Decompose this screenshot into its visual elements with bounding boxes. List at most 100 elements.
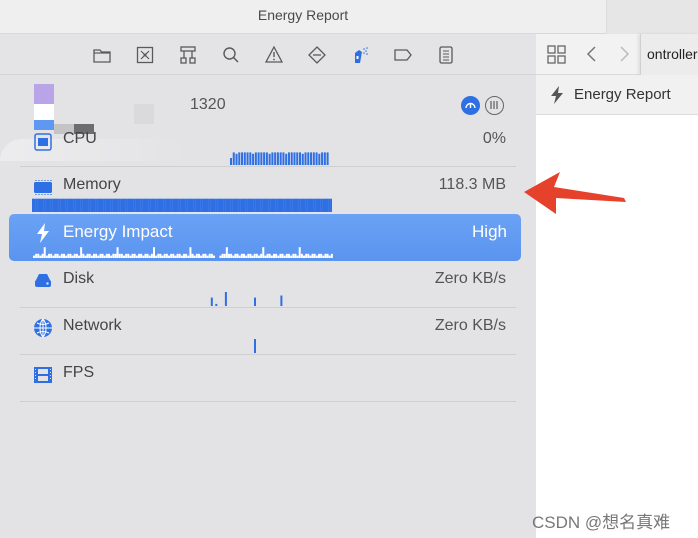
process-row[interactable]: 1320 <box>20 75 516 134</box>
jump-bar-label[interactable]: Energy Report <box>574 86 671 103</box>
spark-bar <box>302 198 304 212</box>
spark-bar <box>234 253 237 258</box>
spark-bar <box>247 198 250 212</box>
spark-bar <box>274 152 277 165</box>
spark-bar <box>144 198 147 212</box>
spark-bar <box>260 198 263 212</box>
breakpoint-tag-icon[interactable] <box>381 42 424 68</box>
gauge-energy-impact[interactable]: Energy Impact High <box>9 214 521 261</box>
spark-bar <box>73 253 76 258</box>
spark-bar <box>249 253 252 258</box>
spark-bar <box>215 303 218 306</box>
film-icon <box>34 367 52 383</box>
source-control-icon[interactable] <box>123 42 166 68</box>
spark-bar <box>165 198 168 212</box>
spark-bar <box>330 198 332 212</box>
spark-bar <box>45 198 48 212</box>
spark-bar <box>125 198 128 212</box>
spark-bar <box>172 253 175 258</box>
chevron-right-icon[interactable] <box>616 43 632 65</box>
spark-bar <box>307 253 310 258</box>
report-list-icon[interactable] <box>424 42 467 68</box>
spark-bar <box>275 253 278 258</box>
spark-bar <box>63 253 65 258</box>
gauge-disk[interactable]: Disk Zero KB/s <box>20 261 516 308</box>
spark-bar <box>101 198 104 212</box>
gauge-value: 118.3 MB <box>438 176 506 193</box>
spark-bar <box>296 198 299 212</box>
gauge-fps[interactable]: FPS <box>20 355 516 402</box>
spark-bar <box>330 253 333 258</box>
spark-bar <box>258 198 261 212</box>
spark-bar <box>52 198 55 212</box>
spark-bar <box>321 152 324 165</box>
spark-bar <box>257 152 260 165</box>
spark-bar <box>292 253 295 258</box>
spark-bar <box>270 255 273 258</box>
warning-icon[interactable] <box>252 42 295 68</box>
spark-bar <box>240 198 243 212</box>
gauge-label: FPS <box>63 364 95 381</box>
grid-icon[interactable] <box>546 44 568 66</box>
spark-bar <box>50 253 53 258</box>
spark-bar <box>118 198 121 212</box>
spark-bar <box>80 247 83 258</box>
spark-bar <box>294 253 297 258</box>
gauge-network[interactable]: Network Zero KB/s <box>20 308 516 355</box>
spark-bar <box>328 198 331 212</box>
spark-bar <box>95 198 98 212</box>
spark-bar <box>309 255 312 258</box>
spark-bar <box>324 253 327 258</box>
spark-bar <box>263 152 266 165</box>
gauge-label: Energy Impact <box>63 222 173 241</box>
spark-bar <box>282 152 285 165</box>
gauge-cpu[interactable]: CPU 0% <box>20 120 516 167</box>
spark-bar <box>71 198 74 212</box>
spark-bar <box>50 198 53 212</box>
search-icon[interactable] <box>209 42 252 68</box>
chevron-left-icon[interactable] <box>584 43 600 65</box>
spark-bar <box>251 198 254 212</box>
gauge-memory[interactable]: Memory 118.3 MB <box>20 167 516 214</box>
spark-bar <box>266 253 269 258</box>
spark-bar <box>127 198 130 212</box>
spark-bar <box>159 253 162 258</box>
titlebar-right-area <box>606 0 698 34</box>
editor-tab[interactable]: ontroller <box>640 34 698 75</box>
spark-bar <box>313 253 316 258</box>
spark-bar <box>228 198 231 212</box>
spark-bar <box>48 253 50 258</box>
spark-bar <box>258 255 260 258</box>
spark-bar <box>280 295 283 306</box>
spark-bar <box>219 198 222 212</box>
spark-bar <box>298 198 301 212</box>
spark-bar <box>123 255 125 258</box>
spark-bar <box>48 198 51 212</box>
gauge-icon[interactable] <box>461 96 480 115</box>
debug-spray-icon[interactable] <box>338 42 381 68</box>
spark-bar <box>37 198 40 212</box>
spark-bar <box>311 253 314 258</box>
test-diamond-icon[interactable] <box>295 42 338 68</box>
spark-bar <box>227 198 229 212</box>
spark-bar <box>35 253 38 258</box>
spark-bar <box>257 198 259 212</box>
spark-bar <box>62 198 64 212</box>
spark-bar <box>183 198 186 212</box>
spark-bar <box>33 255 35 258</box>
spark-bar <box>283 255 286 258</box>
spark-bar <box>223 198 226 212</box>
pause-threads-icon[interactable] <box>485 96 504 115</box>
spark-bar <box>150 198 153 212</box>
spark-bar <box>75 253 78 258</box>
spark-bar <box>272 198 274 212</box>
hierarchy-icon[interactable] <box>166 42 209 68</box>
folder-icon[interactable] <box>80 42 123 68</box>
disk-icon <box>35 274 51 287</box>
spark-bar <box>290 152 293 165</box>
cpu-icon <box>34 133 52 151</box>
spark-bar <box>189 198 192 212</box>
spark-bar <box>292 198 295 212</box>
spark-bar <box>43 198 46 212</box>
spark-bar <box>168 198 171 212</box>
